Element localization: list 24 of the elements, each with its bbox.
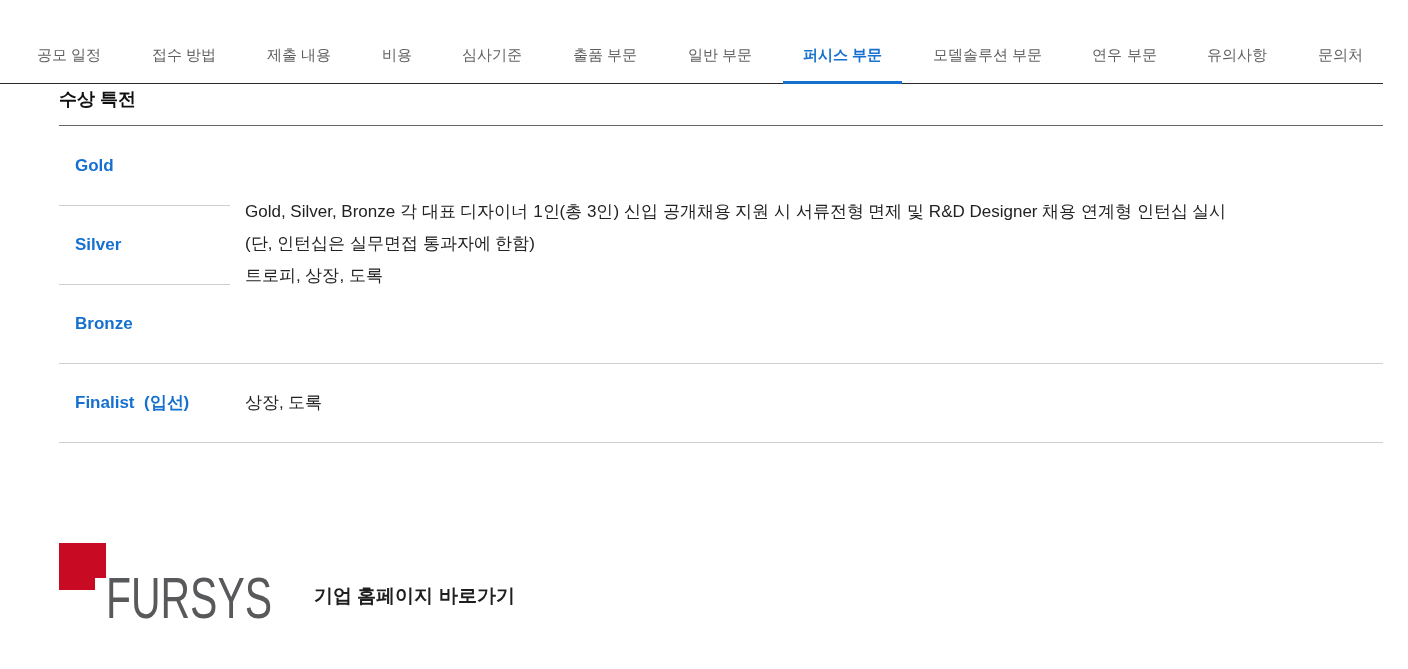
nav-tab[interactable]: 모델솔루션 부문 — [912, 30, 1062, 84]
nav-tab[interactable]: 일반 부문 — [667, 30, 772, 84]
award-label: Gold — [75, 155, 114, 175]
award-label: Finalist (입선) — [75, 392, 190, 412]
nav-tab[interactable]: 접수 방법 — [131, 30, 237, 84]
nav-tab[interactable]: 심사기준 — [442, 30, 543, 84]
nav-tab[interactable]: 제출 내용 — [246, 30, 351, 84]
nav-tab[interactable]: 퍼시스 부문 — [782, 30, 902, 84]
benefit-text: Gold, Silver, Bronze 각 대표 디자이너 1인(총 3인) 신입 공개채용 지원 시 서류전형 면제 및 R&D Designer 채용 연계형 인턴십 실시 — [245, 201, 1227, 224]
nav-tab[interactable]: 공모 일정 — [17, 30, 122, 84]
logo-wordmark: FURSYS — [106, 563, 274, 632]
nav-tab[interactable]: 출품 부문 — [552, 30, 658, 84]
nav-tab[interactable]: 연우 부문 — [1072, 30, 1177, 84]
benefit-text: 트로피, 상장, 도록 — [245, 265, 383, 288]
logo-mark-icon — [59, 542, 106, 590]
nav-tab[interactable]: 비용 — [361, 30, 432, 84]
nav-tab[interactable]: 유의사항 — [1187, 30, 1288, 84]
section-heading: 수상 특전 — [59, 84, 1383, 126]
nav-tab[interactable]: 문의처 — [1297, 30, 1383, 84]
award-label: Silver — [75, 234, 122, 254]
homepage-link[interactable]: 기업 홈페이지 바로가기 — [314, 583, 515, 608]
benefit-text: 상장, 도록 — [245, 391, 323, 414]
award-label: Bronze — [75, 313, 133, 333]
benefit-text: (단, 인턴십은 실무면접 통과자에 한함) — [245, 233, 535, 256]
